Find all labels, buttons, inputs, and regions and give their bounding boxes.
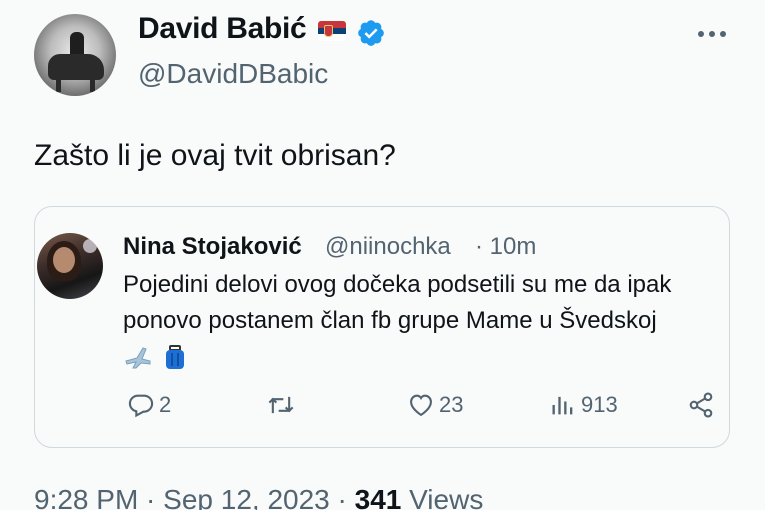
more-options-button[interactable] xyxy=(694,22,730,46)
retweet-button[interactable] xyxy=(267,390,299,420)
analytics-icon xyxy=(552,396,573,415)
reply-count: 2 xyxy=(159,392,172,417)
views-total: 341 xyxy=(354,484,402,510)
like-button[interactable]: 23 xyxy=(407,390,463,420)
views-count: 913 xyxy=(581,392,618,417)
tweet-meta: 9:28 PM · Sep 12, 2023 · 341 Views xyxy=(34,484,483,510)
quoted-author-handle[interactable]: @niinochka xyxy=(325,233,451,261)
serbia-flag-icon xyxy=(318,21,346,41)
verified-badge-icon xyxy=(358,20,384,46)
quoted-author-avatar[interactable] xyxy=(37,233,103,299)
reply-button[interactable]: 2 xyxy=(127,390,171,420)
quoted-author-name[interactable]: Nina Stojaković xyxy=(123,233,302,261)
quoted-tweet-card[interactable]: Nina Stojaković @niinochka · 10m Pojedin… xyxy=(34,206,730,448)
author-name[interactable]: David Babić xyxy=(138,12,307,46)
author-handle[interactable]: @DavidDBabic xyxy=(138,58,328,90)
tweet-text: Zašto li je ovaj tvit obrisan? xyxy=(34,139,396,172)
airplane-emoji xyxy=(125,347,151,369)
tweet-timestamp[interactable]: 9:28 PM · Sep 12, 2023 · xyxy=(34,484,355,510)
author-avatar[interactable] xyxy=(34,14,116,96)
share-button[interactable] xyxy=(687,390,715,420)
heart-icon xyxy=(410,394,432,417)
quoted-text-line: Pojedini delovi ovog dočeka podsetili su… xyxy=(123,271,672,298)
luggage-emoji xyxy=(165,344,184,369)
avatar-horse-leg xyxy=(56,74,61,92)
quoted-text-line: ponovo postanem član fb grupe Mame u Šve… xyxy=(123,307,657,334)
avatar-horse-leg xyxy=(90,74,95,92)
retweet-icon xyxy=(268,396,294,414)
reply-icon xyxy=(128,394,154,418)
views-label: Views xyxy=(401,484,484,510)
quoted-timestamp[interactable]: · 10m xyxy=(475,233,536,261)
more-options-icon xyxy=(698,31,704,37)
quoted-tweet-text: Pojedini delovi ovog dočeka podsetili su… xyxy=(123,267,723,375)
like-count: 23 xyxy=(439,392,464,417)
share-icon xyxy=(689,392,713,418)
views-button[interactable]: 913 xyxy=(549,390,618,420)
